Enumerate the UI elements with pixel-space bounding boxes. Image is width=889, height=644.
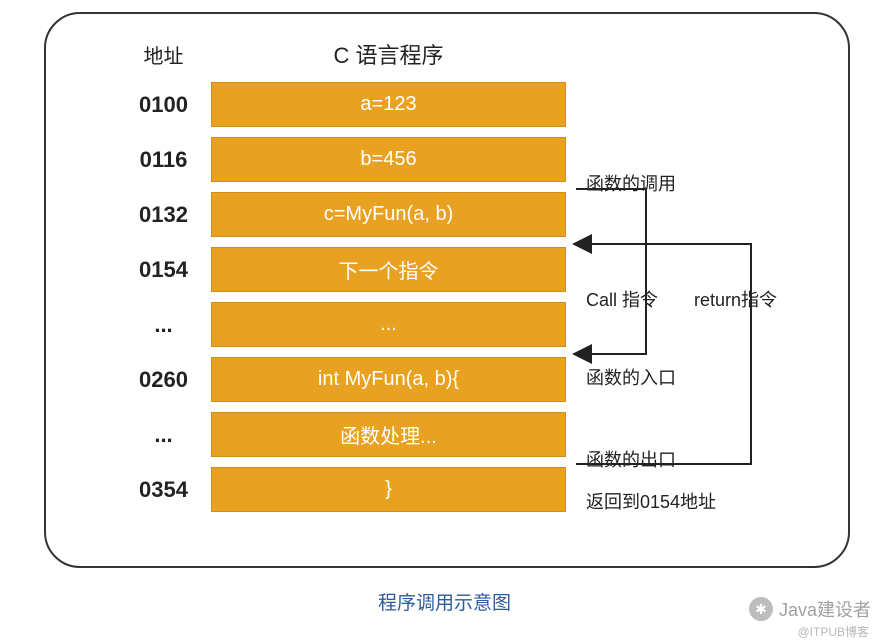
watermark: ✱ Java建设者	[749, 596, 871, 622]
address-cell: ...	[116, 422, 211, 448]
address-cell: 0354	[116, 477, 211, 503]
program-header: C 语言程序	[211, 38, 566, 70]
table-row: ... 函数处理...	[116, 412, 566, 457]
watermark-text: Java建设者	[779, 596, 871, 622]
code-bar: a=123	[211, 82, 566, 127]
code-bar: 函数处理...	[211, 412, 566, 457]
address-cell: 0260	[116, 367, 211, 393]
address-cell: 0116	[116, 147, 211, 173]
annotation-call-instruction: Call 指令	[586, 286, 658, 312]
table-row: 0354 }	[116, 467, 566, 512]
address-header: 地址	[116, 40, 211, 69]
address-cell: 0132	[116, 202, 211, 228]
code-bar: c=MyFun(a, b)	[211, 192, 566, 237]
annotation-return-to: 返回到0154地址	[586, 488, 716, 514]
header-row: 地址 C 语言程序	[116, 38, 566, 70]
address-cell: 0154	[116, 257, 211, 283]
code-bar: ...	[211, 302, 566, 347]
annotation-function-exit: 函数的出口	[586, 446, 676, 472]
table-row: ... ...	[116, 302, 566, 347]
table-row: 0100 a=123	[116, 82, 566, 127]
diagram-frame: 地址 C 语言程序 0100 a=123 0116 b=456 0132 c=M…	[44, 12, 850, 568]
address-cell: 0100	[116, 92, 211, 118]
attribution-text: @ITPUB博客	[797, 623, 869, 640]
table-row: 0116 b=456	[116, 137, 566, 182]
annotation-call-of-function: 函数的调用	[586, 170, 676, 196]
annotation-layer: 函数的调用 Call 指令 return指令 函数的入口 函数的出口 返回到01…	[576, 74, 881, 564]
table-row: 0132 c=MyFun(a, b)	[116, 192, 566, 237]
table-row: 0260 int MyFun(a, b){	[116, 357, 566, 402]
diagram-content: 地址 C 语言程序 0100 a=123 0116 b=456 0132 c=M…	[116, 38, 566, 522]
code-bar: }	[211, 467, 566, 512]
wechat-icon: ✱	[749, 597, 773, 621]
table-row: 0154 下一个指令	[116, 247, 566, 292]
code-bar: b=456	[211, 137, 566, 182]
code-bar: 下一个指令	[211, 247, 566, 292]
address-cell: ...	[116, 312, 211, 338]
code-bar: int MyFun(a, b){	[211, 357, 566, 402]
annotation-function-entry: 函数的入口	[586, 364, 676, 390]
annotation-return-instruction: return指令	[694, 286, 777, 312]
